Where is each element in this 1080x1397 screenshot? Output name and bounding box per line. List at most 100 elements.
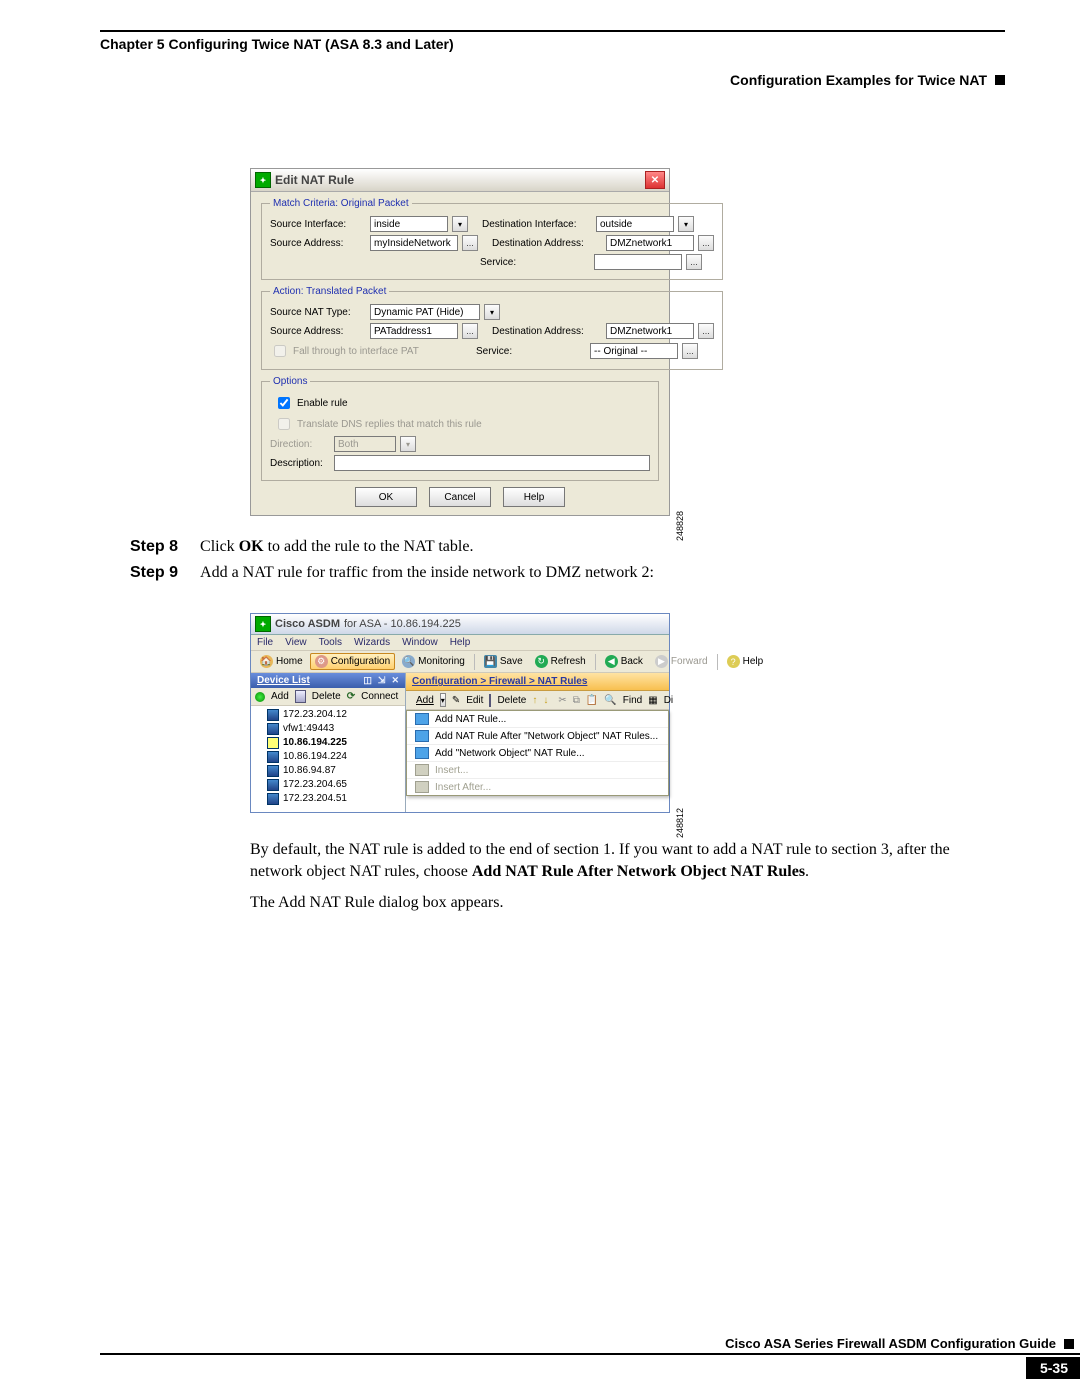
list-item[interactable]: 172.23.204.12 (255, 708, 401, 722)
connect-icon[interactable]: ⟳ (347, 691, 355, 702)
src-interface-label: Source Interface: (270, 219, 366, 230)
app-icon: ✦ (255, 616, 271, 632)
configuration-button[interactable]: ⚙Configuration (310, 653, 395, 670)
src-interface-select[interactable]: inside (370, 216, 448, 232)
down-arrow-icon[interactable]: ↓ (543, 695, 548, 706)
diagram-icon[interactable]: ▦ (648, 695, 657, 706)
list-item[interactable]: vfw1:49443 (255, 722, 401, 736)
menu-help[interactable]: Help (450, 637, 471, 648)
diagram-button-short[interactable]: Di (664, 695, 673, 706)
list-item[interactable]: 172.23.204.65 (255, 778, 401, 792)
list-item[interactable]: 172.23.204.51 (255, 792, 401, 806)
menu-window[interactable]: Window (402, 637, 438, 648)
t-service-field[interactable]: -- Original -- (590, 343, 678, 359)
asdm-menubar[interactable]: File View Tools Wizards Window Help (251, 635, 669, 651)
step8-text: Click OK to add the rule to the NAT tabl… (200, 536, 473, 558)
add-icon[interactable] (255, 692, 265, 702)
delete-icon[interactable] (295, 690, 306, 703)
dst-address-field[interactable]: DMZnetwork1 (606, 235, 694, 251)
cut-icon[interactable]: ✂ (558, 695, 566, 706)
menu-view[interactable]: View (285, 637, 307, 648)
delete-icon[interactable] (489, 694, 491, 707)
device-icon (267, 793, 279, 805)
asdm-title-for: for ASA - 10.86.194.225 (344, 618, 461, 630)
delete-device-button[interactable]: Delete (312, 691, 341, 702)
section-marker-icon (995, 75, 1005, 85)
menu-add-after-object[interactable]: Add NAT Rule After "Network Object" NAT … (407, 727, 668, 744)
back-button[interactable]: ◀Back (600, 653, 648, 670)
dst-interface-label: Destination Interface: (482, 219, 592, 230)
close-panel-icon[interactable]: ✕ (391, 675, 399, 686)
find-button[interactable]: Find (623, 695, 642, 706)
find-icon[interactable]: 🔍 (604, 695, 616, 706)
menu-tools[interactable]: Tools (319, 637, 342, 648)
delete-rule-button[interactable]: Delete (497, 695, 526, 706)
direction-label: Direction: (270, 439, 330, 450)
paste-icon[interactable]: 📋 (586, 695, 598, 706)
nat-type-select[interactable]: Dynamic PAT (Hide) (370, 304, 480, 320)
copy-icon[interactable]: ⧉ (573, 695, 580, 706)
edit-rule-button[interactable]: Edit (466, 695, 483, 706)
help-button[interactable]: Help (503, 487, 565, 507)
enable-rule-checkbox[interactable] (278, 397, 290, 409)
rule-icon (415, 781, 429, 793)
chevron-down-icon: ▾ (400, 436, 416, 452)
list-item[interactable]: 10.86.194.224 (255, 750, 401, 764)
cancel-button[interactable]: Cancel (429, 487, 491, 507)
browse-icon[interactable]: … (698, 235, 714, 251)
home-button[interactable]: 🏠Home (255, 653, 308, 670)
monitoring-button[interactable]: 🔍Monitoring (397, 653, 470, 670)
browse-icon[interactable]: … (698, 323, 714, 339)
browse-icon[interactable]: … (462, 235, 478, 251)
breadcrumb[interactable]: Configuration > Firewall > NAT Rules (406, 673, 669, 691)
chevron-down-icon[interactable]: ▾ (452, 216, 468, 232)
connect-button[interactable]: Connect (361, 691, 398, 702)
options-group: Options Enable rule Translate DNS replie… (261, 376, 659, 481)
refresh-button[interactable]: ↻Refresh (530, 653, 591, 670)
t-dst-address-field[interactable]: DMZnetwork1 (606, 323, 694, 339)
device-list-panel: Device List ◫ ⇲ ✕ Add Delete ⟳ Connect 17… (251, 673, 406, 812)
dst-interface-select[interactable]: outside (596, 216, 674, 232)
fall-through-label: Fall through to interface PAT (293, 346, 419, 357)
browse-icon[interactable]: … (682, 343, 698, 359)
help-toolbar-button[interactable]: ?Help (722, 653, 769, 670)
match-legend: Match Criteria: Original Packet (270, 198, 412, 209)
edit-icon[interactable]: ✎ (452, 695, 460, 706)
rule-icon (415, 764, 429, 776)
device-list-header[interactable]: Device List (257, 675, 310, 686)
ok-button[interactable]: OK (355, 487, 417, 507)
add-device-button[interactable]: Add (271, 691, 289, 702)
service-field[interactable] (594, 254, 682, 270)
t-src-address-field[interactable]: PATaddress1 (370, 323, 458, 339)
menu-add-nat-rule[interactable]: Add NAT Rule... (407, 711, 668, 727)
list-item[interactable]: 10.86.194.225 (255, 736, 401, 750)
figure-id: 248828 (675, 511, 685, 541)
browse-icon[interactable]: … (462, 323, 478, 339)
device-icon (267, 751, 279, 763)
device-tree[interactable]: 172.23.204.12 vfw1:49443 10.86.194.225 1… (251, 706, 405, 812)
close-icon[interactable]: ✕ (645, 171, 665, 189)
section-title: Configuration Examples for Twice NAT (730, 72, 987, 88)
pin-icon[interactable]: ⇲ (378, 675, 386, 686)
device-icon (267, 765, 279, 777)
browse-icon[interactable]: … (686, 254, 702, 270)
chapter-title: Chapter 5 Configuring Twice NAT (ASA 8.3… (100, 36, 454, 52)
chevron-down-icon[interactable]: ▾ (484, 304, 500, 320)
description-field[interactable] (334, 455, 650, 471)
nat-type-label: Source NAT Type: (270, 307, 366, 318)
undock-icon[interactable]: ◫ (363, 675, 372, 686)
list-item[interactable]: 10.86.94.87 (255, 764, 401, 778)
add-rule-button[interactable]: Add (416, 695, 434, 706)
menu-wizards[interactable]: Wizards (354, 637, 390, 648)
chevron-down-icon[interactable]: ▾ (678, 216, 694, 232)
chevron-down-icon[interactable]: ▾ (440, 693, 446, 707)
src-address-field[interactable]: myInsideNetwork (370, 235, 458, 251)
src-address-label: Source Address: (270, 238, 366, 249)
menu-file[interactable]: File (257, 637, 273, 648)
up-arrow-icon[interactable]: ↑ (532, 695, 537, 706)
save-button[interactable]: 💾Save (479, 653, 528, 670)
device-icon (267, 709, 279, 721)
step8-label: Step 8 (130, 536, 178, 558)
separator-icon (595, 654, 596, 670)
menu-add-object-nat[interactable]: Add "Network Object" NAT Rule... (407, 744, 668, 761)
